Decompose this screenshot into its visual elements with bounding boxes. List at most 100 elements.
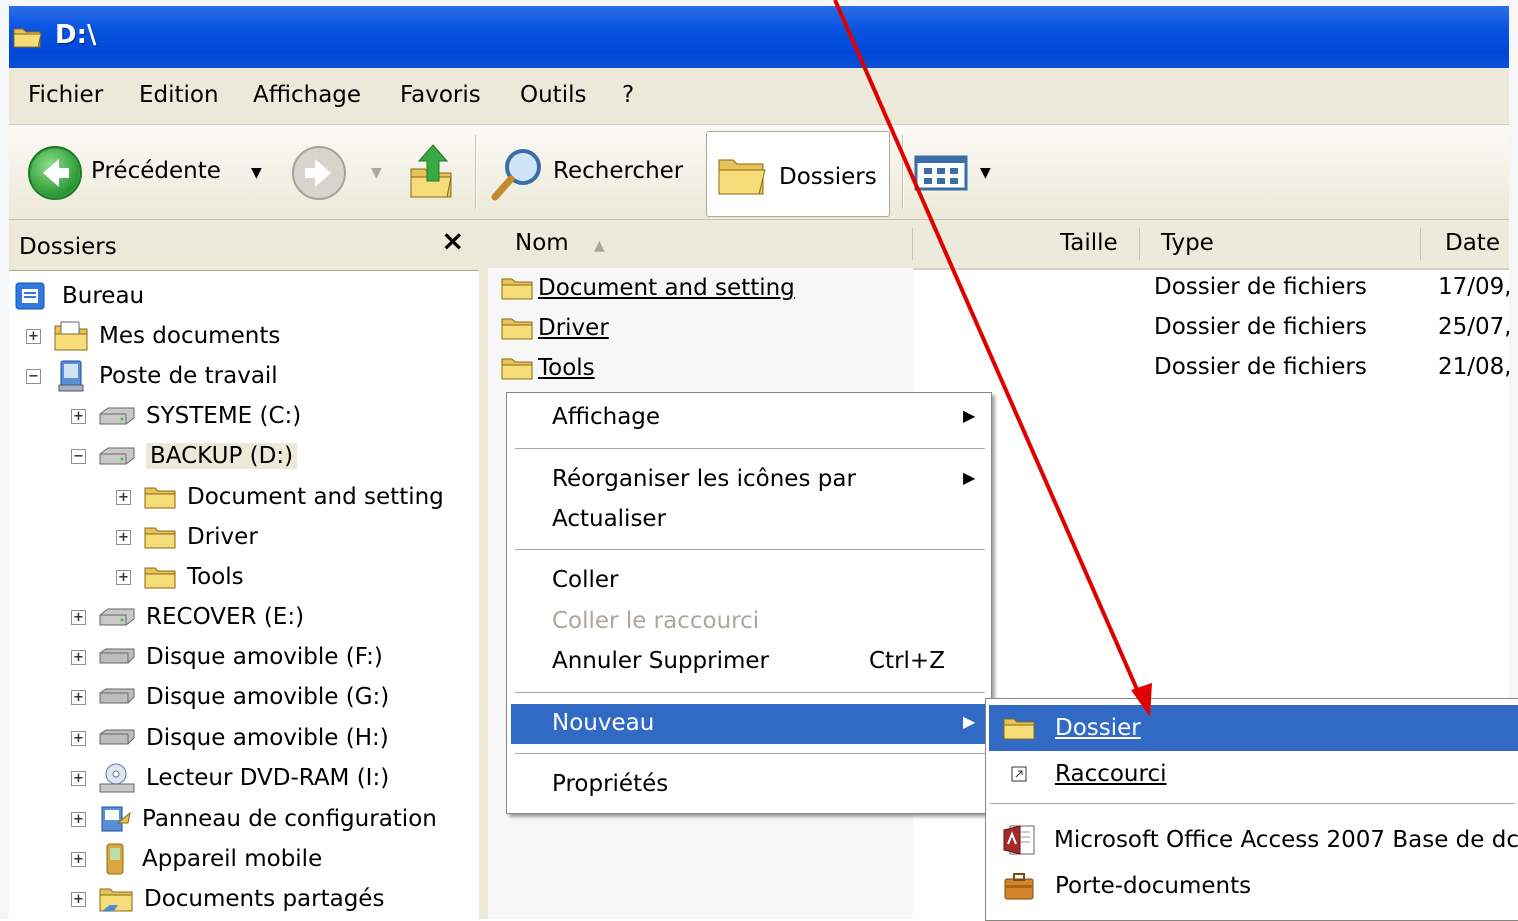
menu-fichier[interactable]: Fichier bbox=[28, 82, 103, 108]
tree-item-backup-d[interactable]: − BACKUP (D:) bbox=[71, 438, 298, 474]
submenu-item-dossier[interactable]: Dossier bbox=[989, 705, 1518, 751]
file-name: Document and setting bbox=[538, 275, 795, 301]
menu-item-actualiser[interactable]: Actualiser bbox=[511, 500, 987, 540]
close-icon[interactable]: × bbox=[441, 224, 464, 257]
column-divider[interactable] bbox=[912, 228, 913, 260]
menu-item-nouveau[interactable]: Nouveau ▶ bbox=[511, 704, 987, 744]
context-menu: Affichage ▶ Réorganiser les icônes par ▶… bbox=[506, 392, 992, 814]
collapse-icon[interactable]: − bbox=[26, 368, 41, 384]
tree-label: Tools bbox=[187, 564, 244, 590]
submenu-item-raccourci[interactable]: Raccourci bbox=[989, 751, 1518, 797]
folders-button[interactable]: Dossiers bbox=[706, 131, 890, 217]
folders-pane-title: Dossiers bbox=[19, 234, 117, 260]
tree-item-disque-g[interactable]: + Disque amovible (G:) bbox=[71, 679, 389, 715]
submenu-nouveau: Dossier Raccourci Microsoft Office Acces… bbox=[985, 698, 1518, 921]
removable-drive-icon bbox=[99, 648, 135, 664]
forward-dropdown-icon[interactable]: ▼ bbox=[371, 165, 382, 181]
file-row[interactable]: Document and setting bbox=[500, 270, 795, 306]
back-dropdown-icon[interactable]: ▼ bbox=[251, 165, 262, 181]
tree-item-disque-h[interactable]: + Disque amovible (H:) bbox=[71, 720, 389, 756]
tree-item-bureau[interactable]: Bureau bbox=[14, 278, 144, 314]
column-divider[interactable] bbox=[1139, 228, 1140, 260]
menu-item-label: Réorganiser les icônes par bbox=[552, 466, 856, 492]
expand-icon[interactable]: + bbox=[116, 569, 131, 585]
views-dropdown-icon[interactable]: ▼ bbox=[980, 165, 991, 181]
expand-icon[interactable]: + bbox=[71, 730, 86, 746]
control-panel-icon bbox=[101, 806, 131, 832]
menu-item-coller[interactable]: Coller bbox=[511, 561, 987, 601]
folder-icon bbox=[1003, 718, 1035, 740]
tree-item-documents-partages[interactable]: + Documents partagés bbox=[71, 881, 384, 917]
column-name[interactable]: Nom bbox=[515, 230, 569, 256]
file-row[interactable]: Driver bbox=[500, 310, 609, 346]
menu-help[interactable]: ? bbox=[622, 82, 634, 108]
tree-item-driver[interactable]: + Driver bbox=[116, 519, 258, 555]
expand-icon[interactable]: + bbox=[71, 770, 86, 786]
expand-icon[interactable]: + bbox=[116, 529, 131, 545]
tree-label: Disque amovible (F:) bbox=[146, 644, 383, 670]
removable-drive-icon bbox=[99, 729, 135, 745]
file-type: Dossier de fichiers bbox=[1154, 274, 1367, 300]
folder-up-icon bbox=[410, 144, 452, 198]
file-row[interactable]: Tools bbox=[500, 350, 595, 386]
tree-label: Driver bbox=[187, 524, 258, 550]
views-icon bbox=[914, 155, 968, 191]
submenu-item-access[interactable]: Microsoft Office Access 2007 Base de dc bbox=[989, 817, 1518, 863]
collapse-icon[interactable]: − bbox=[71, 448, 86, 464]
menu-favoris[interactable]: Favoris bbox=[400, 82, 481, 108]
my-documents-icon bbox=[54, 321, 88, 351]
hard-drive-icon bbox=[99, 407, 135, 425]
column-date[interactable]: Date bbox=[1445, 230, 1500, 256]
tree-item-recover-e[interactable]: + RECOVER (E:) bbox=[71, 599, 304, 635]
tree-label: SYSTEME (C:) bbox=[146, 403, 302, 429]
up-button[interactable] bbox=[407, 141, 457, 203]
tree-item-mes-documents[interactable]: + Mes documents bbox=[26, 318, 280, 354]
column-type[interactable]: Type bbox=[1161, 230, 1214, 256]
expand-icon[interactable]: + bbox=[71, 891, 86, 907]
submenu-item-label: Dossier bbox=[1055, 715, 1141, 741]
tree-item-systeme-c[interactable]: + SYSTEME (C:) bbox=[71, 398, 301, 434]
tree-item-panneau-configuration[interactable]: + Panneau de configuration bbox=[71, 801, 437, 837]
menu-item-coller-raccourci: Coller le raccourci bbox=[511, 602, 987, 642]
menu-item-affichage[interactable]: Affichage ▶ bbox=[511, 398, 987, 438]
menu-item-proprietes[interactable]: Propriétés bbox=[511, 765, 987, 805]
expand-icon[interactable]: + bbox=[71, 609, 86, 625]
tree-item-dvd-i[interactable]: + Lecteur DVD-RAM (I:) bbox=[71, 760, 389, 796]
toolbar-separator bbox=[902, 135, 903, 209]
folder-icon bbox=[144, 487, 176, 509]
expand-icon[interactable]: + bbox=[71, 649, 86, 665]
views-button[interactable]: ▼ bbox=[914, 155, 994, 195]
back-button[interactable]: Précédente ▼ bbox=[25, 143, 265, 203]
folders-icon bbox=[718, 159, 766, 195]
column-divider[interactable] bbox=[1420, 228, 1421, 260]
menu-item-annuler-supprimer[interactable]: Annuler Supprimer Ctrl+Z bbox=[511, 642, 987, 682]
menu-separator bbox=[515, 549, 985, 550]
menu-edition[interactable]: Edition bbox=[139, 82, 219, 108]
expand-icon[interactable]: + bbox=[71, 811, 86, 827]
tree-item-document-and-setting[interactable]: + Document and setting bbox=[116, 479, 444, 515]
menu-affichage[interactable]: Affichage bbox=[253, 82, 361, 108]
tree-item-disque-f[interactable]: + Disque amovible (F:) bbox=[71, 639, 383, 675]
submenu-item-label: Raccourci bbox=[1055, 761, 1167, 787]
expand-icon[interactable]: + bbox=[26, 328, 41, 344]
back-arrow-icon bbox=[28, 146, 82, 200]
column-size[interactable]: Taille bbox=[1060, 230, 1118, 256]
submenu-arrow-icon: ▶ bbox=[963, 712, 976, 731]
column-header: Nom ▲ Taille Type Date bbox=[488, 220, 1509, 270]
tree-item-poste-de-travail[interactable]: − Poste de travail bbox=[26, 358, 278, 394]
title-bar[interactable]: D:\ bbox=[9, 6, 1509, 68]
toolbar: Précédente ▼ ▼ Rechercher Dossiers ▼ bbox=[9, 125, 1509, 220]
search-button[interactable]: Rechercher bbox=[489, 143, 689, 203]
tree-item-appareil-mobile[interactable]: + Appareil mobile bbox=[71, 841, 322, 877]
submenu-item-porte-documents[interactable]: Porte-documents bbox=[989, 863, 1518, 909]
expand-icon[interactable]: + bbox=[116, 489, 131, 505]
tree-item-tools[interactable]: + Tools bbox=[116, 559, 244, 595]
expand-icon[interactable]: + bbox=[71, 851, 86, 867]
expand-icon[interactable]: + bbox=[71, 408, 86, 424]
briefcase-icon bbox=[1004, 873, 1034, 900]
forward-button[interactable]: ▼ bbox=[291, 145, 383, 203]
menu-item-reorganiser[interactable]: Réorganiser les icônes par ▶ bbox=[511, 460, 987, 500]
menu-item-label: Propriétés bbox=[552, 771, 669, 797]
expand-icon[interactable]: + bbox=[71, 689, 86, 705]
menu-outils[interactable]: Outils bbox=[520, 82, 586, 108]
